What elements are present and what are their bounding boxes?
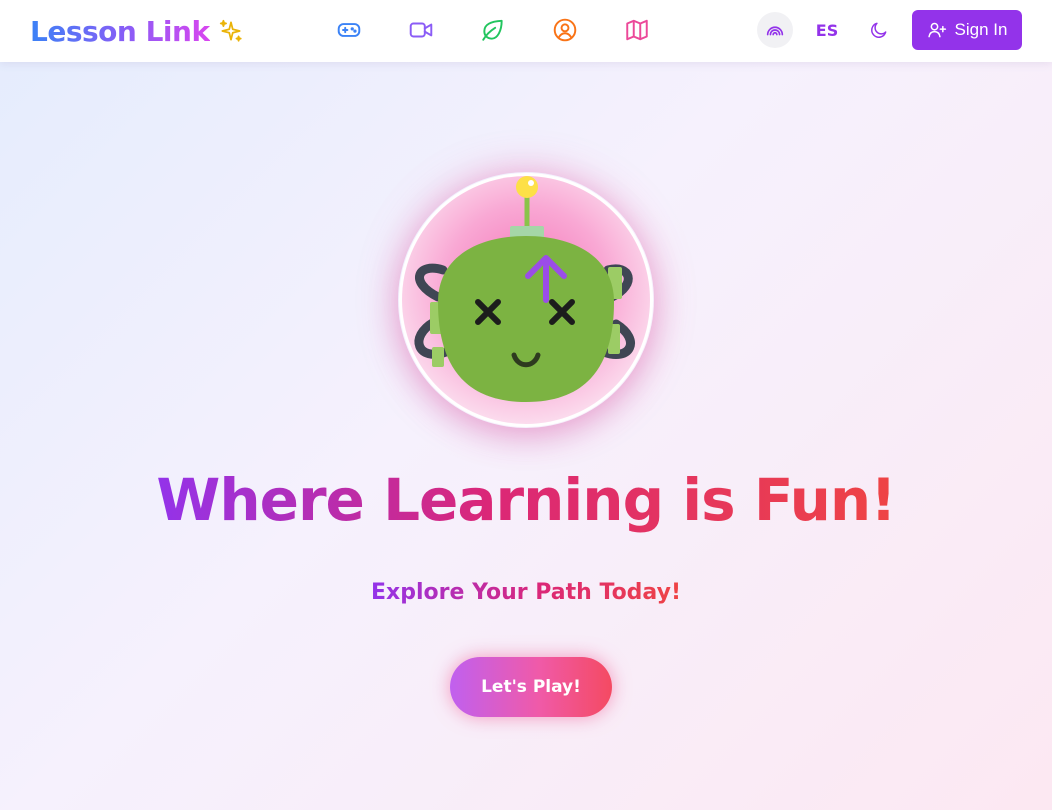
- user-circle-icon[interactable]: [552, 17, 578, 43]
- language-toggle[interactable]: ES: [808, 12, 846, 48]
- logo-text: Lesson Link: [30, 14, 210, 48]
- top-navigation-bar: Lesson Link ES Sign In: [0, 0, 1052, 62]
- theme-toggle-button[interactable]: [862, 13, 896, 47]
- rainbow-button[interactable]: [757, 12, 793, 48]
- hero-title: Where Learning is Fun!: [156, 466, 896, 534]
- lets-play-button[interactable]: Let's Play!: [450, 657, 612, 717]
- sparkles-icon: [219, 19, 242, 42]
- leaf-icon[interactable]: [480, 17, 506, 43]
- moon-icon: [871, 22, 887, 38]
- hero-subtitle: Explore Your Path Today!: [371, 580, 681, 605]
- video-camera-icon[interactable]: [408, 17, 434, 43]
- map-icon[interactable]: [624, 17, 650, 43]
- gamepad-icon[interactable]: [336, 17, 362, 43]
- rainbow-icon: [766, 26, 784, 36]
- sign-in-button[interactable]: Sign In: [912, 10, 1022, 50]
- robot-mascot-avatar: [399, 173, 653, 427]
- logo[interactable]: Lesson Link: [30, 12, 244, 50]
- user-plus-icon: [927, 22, 946, 38]
- sign-in-label: Sign In: [954, 20, 1008, 39]
